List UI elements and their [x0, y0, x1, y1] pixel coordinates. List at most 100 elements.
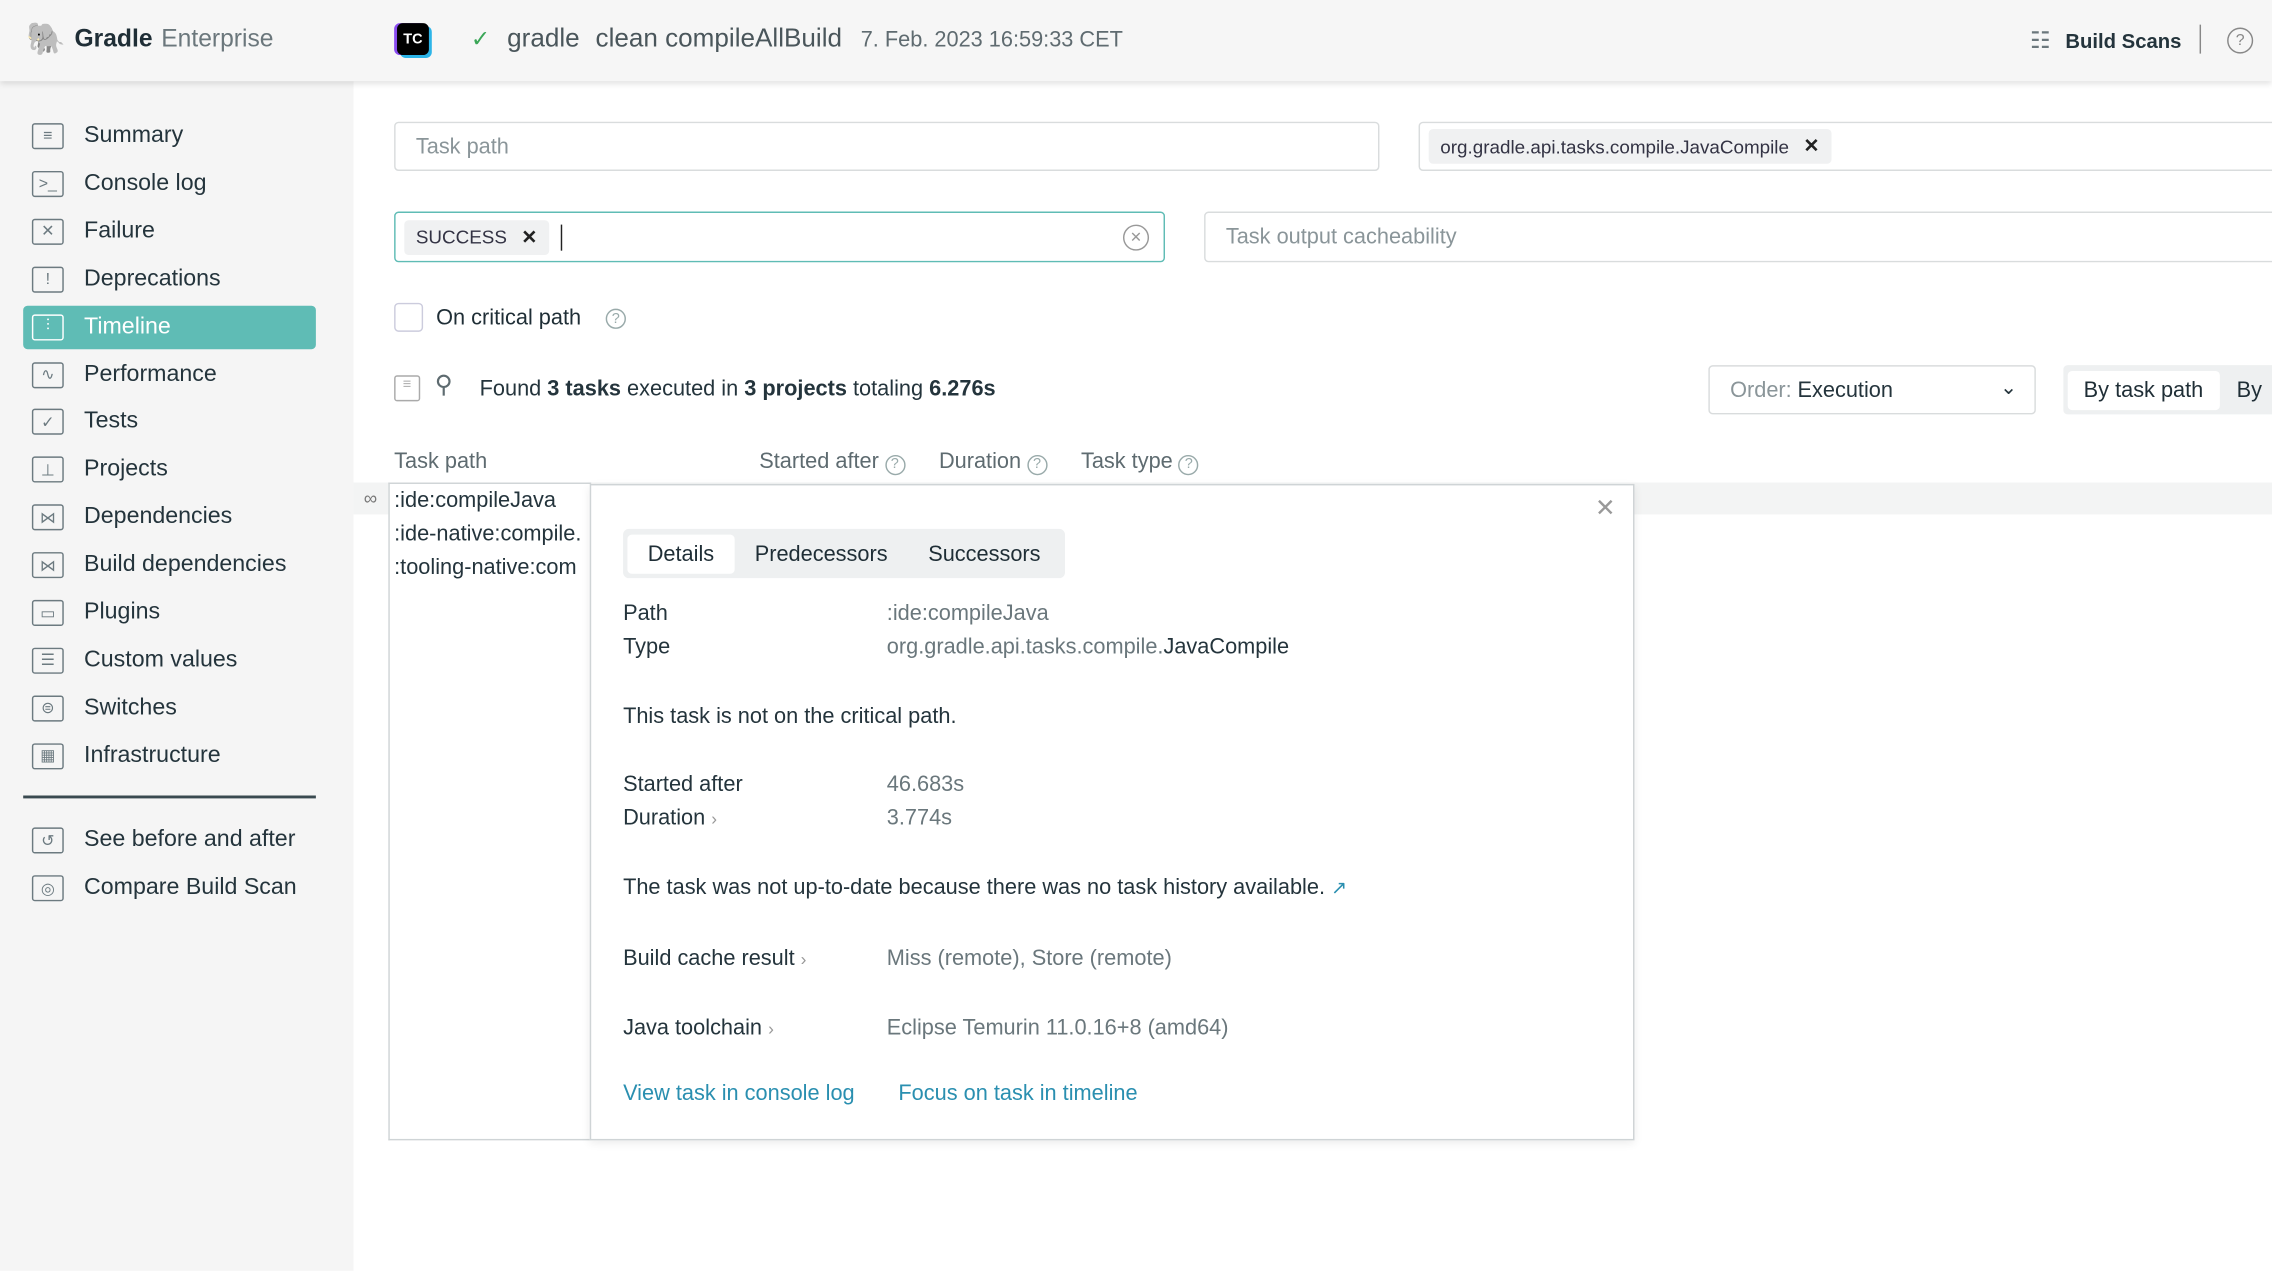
by-other-button[interactable]: By	[2219, 370, 2272, 409]
help-icon[interactable]: ?	[605, 308, 626, 329]
task-details-popup: ✕ Details Predecessors Successors Path :…	[589, 483, 1635, 1141]
sidebar-item-label: Deprecations	[84, 266, 221, 291]
sidebar-item-label: Projects	[84, 456, 168, 482]
plugins-icon: ▭	[31, 599, 64, 626]
task-type-input[interactable]: org.gradle.api.tasks.compile.JavaCompile…	[1418, 121, 2272, 171]
sidebar-item-infrastructure[interactable]: ▦ Infrastructure	[23, 734, 316, 777]
table-row[interactable]: :ide-native:compile.	[390, 517, 591, 550]
java-toolchain-toggle[interactable]: Java toolchain ›	[623, 1016, 774, 1041]
sidebar-item-console-log[interactable]: >_ Console log	[23, 162, 316, 205]
help-icon[interactable]: ?	[2227, 27, 2254, 54]
timeline-icon: ⫶	[31, 313, 64, 340]
sidebar-item-label: Compare Build Scan	[84, 875, 297, 900]
popup-tabs: Details Predecessors Successors	[623, 528, 1066, 579]
sidebar-item-see-before-and-after[interactable]: ↺ See before and after	[23, 819, 316, 862]
table-row[interactable]: :ide:compileJava	[390, 484, 591, 517]
sidebar-item-label: Failure	[84, 218, 155, 244]
top-bar: 🐘 Gradle Enterprise TC ✓ gradle clean co…	[0, 0, 2272, 82]
sidebar-item-failure[interactable]: ✕ Failure	[23, 210, 316, 253]
clear-icon[interactable]: ✕	[1122, 224, 1150, 251]
build-cache-toggle[interactable]: Build cache result ›	[623, 946, 806, 971]
outcome-chip: SUCCESS ✕	[404, 219, 549, 255]
projects-icon: ⊥	[31, 456, 64, 483]
tab-predecessors[interactable]: Predecessors	[734, 534, 907, 573]
sidebar-item-label: Dependencies	[84, 504, 233, 530]
console-log-icon: >_	[31, 170, 64, 197]
table-row[interactable]: :tooling-native:com	[390, 551, 591, 584]
switches-icon: ⊜	[31, 695, 64, 722]
brand-name: Gradle	[74, 24, 153, 53]
sidebar-item-compare-build-scan[interactable]: ◎ Compare Build Scan	[23, 867, 316, 910]
sidebar-item-projects[interactable]: ⊥ Projects	[23, 448, 316, 491]
chip-label: SUCCESS	[415, 226, 507, 248]
dependencies-icon: ⋈	[31, 504, 64, 531]
started-after-value: 46.683s	[886, 772, 965, 797]
order-select[interactable]: Order: Execution ⌄	[1708, 365, 2036, 415]
brand-logo[interactable]: 🐘 Gradle Enterprise	[26, 20, 273, 58]
sidebar-item-label: Tests	[84, 409, 139, 434]
chevron-right-icon: ›	[800, 949, 807, 970]
sidebar-item-timeline[interactable]: ⫶ Timeline	[23, 305, 316, 349]
remove-chip-icon[interactable]: ✕	[521, 225, 537, 248]
chevron-right-icon: ›	[711, 808, 718, 829]
outcome-input[interactable]: SUCCESS ✕ ✕	[394, 211, 1165, 263]
sidebar-item-custom-values[interactable]: ☰ Custom values	[23, 639, 316, 682]
view-in-console-link[interactable]: View task in console log	[623, 1081, 855, 1106]
sidebar-item-switches[interactable]: ⊜ Switches	[23, 687, 316, 730]
cacheability-input[interactable]: Task output cacheability	[1204, 211, 2272, 263]
sidebar-item-summary[interactable]: ≡ Summary	[23, 114, 316, 157]
critical-path-note: This task is not on the critical path.	[623, 704, 957, 729]
build-scans-link[interactable]: ☷ Build Scans	[2030, 26, 2181, 55]
elephant-icon: 🐘	[26, 20, 66, 57]
task-path-input[interactable]: Task path	[394, 121, 1380, 171]
compare-build-scan-icon: ◎	[31, 875, 64, 902]
link-icon[interactable]: ∞	[364, 487, 377, 509]
sidebar-item-label: Console log	[84, 170, 207, 196]
task-type-chip: org.gradle.api.tasks.compile.JavaCompile…	[1428, 128, 1831, 164]
by-task-path-button[interactable]: By task path	[2067, 370, 2220, 410]
sidebar-item-label: See before and after	[84, 827, 296, 853]
critical-path-checkbox[interactable]	[394, 302, 424, 332]
sidebar-item-dependencies[interactable]: ⋈ Dependencies	[23, 496, 316, 539]
sidebar-item-tests[interactable]: ✓ Tests	[23, 400, 316, 443]
chevron-right-icon: ›	[768, 1018, 774, 1039]
build-timestamp: 7. Feb. 2023 16:59:33 CET	[860, 27, 1123, 53]
remove-chip-icon[interactable]: ✕	[1803, 135, 1819, 158]
list-icon: ☷	[2030, 28, 2051, 54]
success-check-icon: ✓	[470, 27, 491, 53]
task-list: :ide:compileJava :ide-native:compile. :t…	[388, 482, 592, 1141]
sidebar-item-label: Switches	[84, 695, 177, 720]
column-task-path[interactable]: Task path	[394, 449, 487, 474]
column-started-after[interactable]: Started after?	[759, 449, 905, 475]
build-scans-label: Build Scans	[2065, 28, 2182, 53]
sidebar-item-build-dependencies[interactable]: ⋈ Build dependencies	[23, 544, 316, 587]
tab-details[interactable]: Details	[627, 533, 735, 574]
type-label: Type	[623, 634, 671, 660]
sidebar-item-label: Plugins	[84, 599, 161, 625]
sidebar-item-label: Summary	[84, 123, 184, 148]
close-icon[interactable]: ✕	[1595, 494, 1616, 523]
uptodate-note: The task was not up-to-date because ther…	[623, 875, 1347, 900]
search-icon[interactable]: ⚲	[435, 371, 453, 400]
results-summary: Found 3 tasks executed in 3 projects tot…	[479, 376, 996, 402]
brand-subtitle: Enterprise	[161, 24, 274, 53]
failure-icon: ✕	[31, 218, 64, 245]
details-icon[interactable]: ≡	[394, 375, 421, 402]
started-after-label: Started after	[623, 772, 743, 797]
teamcity-badge[interactable]: TC	[397, 23, 429, 56]
order-label: Order:	[1730, 377, 1792, 403]
column-duration[interactable]: Duration?	[939, 449, 1048, 475]
sidebar-item-deprecations[interactable]: ! Deprecations	[23, 257, 316, 300]
summary-icon: ≡	[31, 123, 64, 150]
duration-toggle[interactable]: Duration ›	[623, 806, 717, 831]
focus-in-timeline-link[interactable]: Focus on task in timeline	[898, 1081, 1137, 1106]
external-link-icon[interactable]: ↗	[1331, 877, 1347, 899]
sidebar-item-label: Custom values	[84, 647, 238, 673]
sidebar-item-plugins[interactable]: ▭ Plugins	[23, 591, 316, 634]
sidebar: ≡ Summary >_ Console log ✕ Failure ! Deprecatio…	[0, 81, 354, 1271]
sidebar-item-label: Build dependencies	[84, 552, 287, 577]
performance-icon: ∿	[31, 361, 64, 388]
sidebar-item-performance[interactable]: ∿ Performance	[23, 353, 316, 396]
tab-successors[interactable]: Successors	[908, 534, 1061, 573]
column-task-type[interactable]: Task type?	[1081, 449, 1199, 475]
